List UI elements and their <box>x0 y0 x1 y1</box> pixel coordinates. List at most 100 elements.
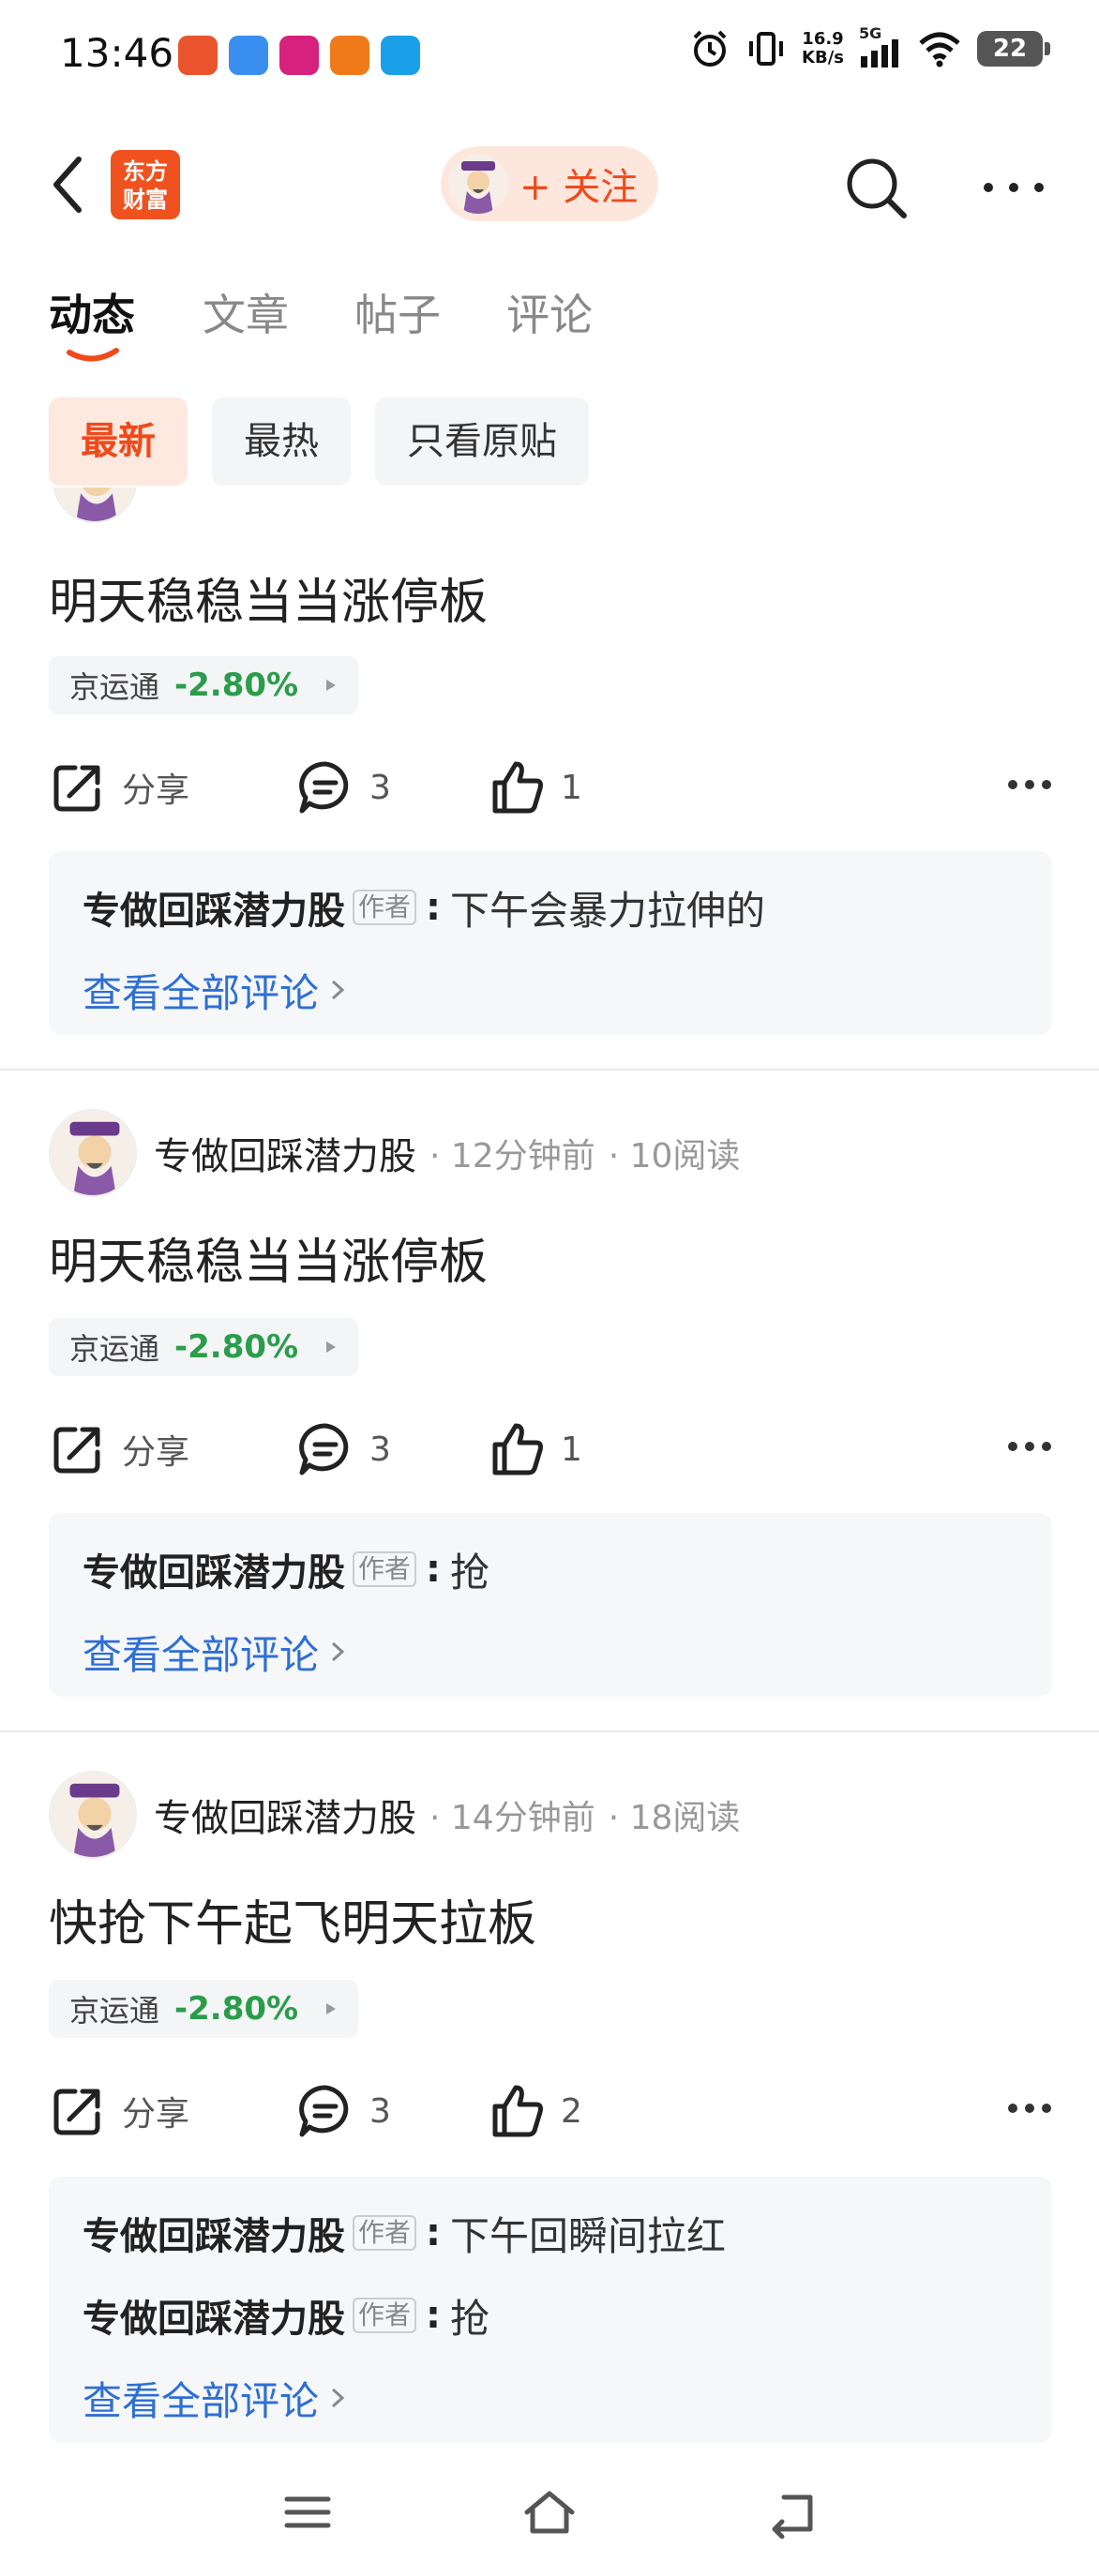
read-count: · 10阅读 <box>608 1137 741 1176</box>
comment-text: 抢 <box>450 1549 490 1595</box>
follow-button[interactable]: + 关注 <box>441 146 658 221</box>
comment-text: 下午会暴力拉伸的 <box>450 887 766 934</box>
see-all-comments-link[interactable]: 查看全部评论 <box>83 2357 1018 2439</box>
notification-app-icon <box>229 36 268 75</box>
comment-button[interactable]: 3 <box>296 750 391 825</box>
search-icon[interactable] <box>842 154 910 221</box>
comment-count: 3 <box>369 1430 391 1469</box>
status-time: 13:46 <box>60 30 174 76</box>
comment-text: 抢 <box>450 2295 490 2342</box>
post-time: · 14分钟前 <box>429 1799 595 1837</box>
comment-author: 专做回踩潜力股 <box>83 2298 345 2341</box>
share-label: 分享 <box>122 2095 190 2134</box>
like-button[interactable]: 1 <box>488 750 582 825</box>
tab-comments[interactable]: 评论 <box>506 281 593 343</box>
back-arrow-icon[interactable] <box>45 152 92 217</box>
comment-button[interactable]: 3 <box>296 2074 391 2149</box>
comment-separator: : <box>426 1548 442 1591</box>
more-options-icon[interactable] <box>1007 778 1052 791</box>
filter-latest[interactable]: 最新 <box>49 397 188 486</box>
avatar-icon <box>448 154 508 214</box>
menu-icon[interactable] <box>279 2484 336 2540</box>
share-label: 分享 <box>122 1433 190 1472</box>
net-speed-value: 16.9 <box>802 29 844 49</box>
share-button[interactable]: 分享 <box>49 1412 189 1487</box>
post-header: 专做回踩潜力股 · 12分钟前 · 10阅读 <box>49 1106 740 1200</box>
see-all-label: 查看全部评论 <box>83 1631 320 1678</box>
post-time: · 12分钟前 <box>429 1137 595 1176</box>
eastmoney-logo[interactable]: 东方 财富 <box>111 150 180 219</box>
signal-type: 5G <box>859 24 882 42</box>
like-button[interactable]: 1 <box>488 1412 582 1487</box>
post-actions: 分享 3 1 <box>49 750 1052 825</box>
like-count: 2 <box>561 2091 582 2131</box>
sort-filters: 最新 最热 只看原贴 <box>49 397 589 486</box>
battery-indicator: 22 <box>977 31 1050 67</box>
see-all-comments-link[interactable]: 查看全部评论 <box>83 1610 1018 1693</box>
home-icon[interactable] <box>521 2484 578 2540</box>
share-button[interactable]: 分享 <box>49 2074 189 2149</box>
comment-preview[interactable]: 专做回踩潜力股 作者 : 抢 查看全部评论 <box>49 1513 1052 1697</box>
comment-bubble-icon <box>299 761 349 814</box>
post-header: 专做回踩潜力股 · 14分钟前 · 18阅读 <box>49 1768 740 1862</box>
follow-label: + 关注 <box>519 166 639 209</box>
post-title[interactable]: 快抢下午起飞明天拉板 <box>49 1884 536 1954</box>
thumbs-up-icon <box>492 2085 543 2137</box>
comment-count: 3 <box>369 768 391 807</box>
share-button[interactable]: 分享 <box>49 750 189 825</box>
tab-articles[interactable]: 文章 <box>203 281 289 343</box>
avatar[interactable] <box>49 1771 137 1859</box>
comment-author: 专做回踩潜力股 <box>83 890 345 933</box>
tab-posts[interactable]: 帖子 <box>354 281 441 343</box>
comment-author: 专做回踩潜力股 <box>83 1551 345 1595</box>
comment-button[interactable]: 3 <box>296 1412 391 1487</box>
stock-chip[interactable]: 京运通 -2.80% <box>49 656 359 714</box>
play-arrow-icon <box>326 1341 337 1353</box>
post-divider <box>0 1730 1099 1732</box>
notification-app-icon <box>279 36 319 75</box>
more-options-icon[interactable] <box>981 178 1046 197</box>
author-name[interactable]: 专做回踩潜力股 <box>154 1788 416 1842</box>
share-icon <box>53 765 100 812</box>
comment-separator: : <box>426 2211 442 2254</box>
like-count: 1 <box>561 1430 582 1469</box>
comment-separator: : <box>426 2294 442 2337</box>
stock-chip[interactable]: 京运通 -2.80% <box>49 1980 359 2038</box>
comment-preview[interactable]: 专做回踩潜力股 作者 : 下午会暴力拉伸的 查看全部评论 <box>49 851 1052 1035</box>
play-arrow-icon <box>326 2003 337 2014</box>
vibrate-icon <box>749 32 784 66</box>
post-divider <box>0 1069 1099 1071</box>
see-all-comments-link[interactable]: 查看全部评论 <box>83 949 1018 1031</box>
post-title[interactable]: 明天稳稳当当涨停板 <box>49 562 488 633</box>
filter-hottest[interactable]: 最热 <box>212 397 351 486</box>
comment-text: 下午回瞬间拉红 <box>450 2212 727 2259</box>
author-avatar <box>448 154 508 214</box>
comment-count: 3 <box>369 2091 391 2131</box>
stock-name: 京运通 <box>69 1993 160 2029</box>
comment-preview[interactable]: 专做回踩潜力股 作者 : 下午回瞬间拉红 专做回踩潜力股 作者 : 抢 查看全部… <box>49 2177 1052 2443</box>
filter-original-only[interactable]: 只看原贴 <box>375 397 589 486</box>
status-notification-icons <box>178 36 420 75</box>
more-options-icon[interactable] <box>1007 1440 1052 1453</box>
tab-dynamics[interactable]: 动态 <box>49 281 135 343</box>
back-nav-icon[interactable] <box>765 2484 821 2540</box>
wifi-icon <box>919 32 960 67</box>
stock-name: 京运通 <box>69 1331 160 1367</box>
post-title[interactable]: 明天稳稳当当涨停板 <box>49 1222 488 1293</box>
like-button[interactable]: 2 <box>488 2074 582 2149</box>
net-speed: 16.9 KB/s <box>802 30 844 67</box>
page: 13:46 16.9 KB/s 5G 22 东方 财富 + 关注 动态 文章 帖… <box>0 0 1099 2576</box>
stock-chip[interactable]: 京运通 -2.80% <box>49 1318 359 1376</box>
stock-change: -2.80% <box>174 666 299 704</box>
stock-change: -2.80% <box>174 1990 299 2028</box>
see-all-label: 查看全部评论 <box>83 2377 320 2424</box>
author-tag: 作者 <box>353 2298 417 2333</box>
chevron-right-icon <box>332 1641 345 1662</box>
author-name[interactable]: 专做回踩潜力股 <box>154 1126 416 1180</box>
avatar[interactable] <box>49 1109 137 1197</box>
system-navigation-bar <box>0 2456 1099 2576</box>
logo-text: 东方 <box>123 158 168 185</box>
post-actions: 分享 3 1 <box>49 1412 1052 1487</box>
more-options-icon[interactable] <box>1007 2102 1052 2115</box>
thumbs-up-icon <box>492 761 543 814</box>
